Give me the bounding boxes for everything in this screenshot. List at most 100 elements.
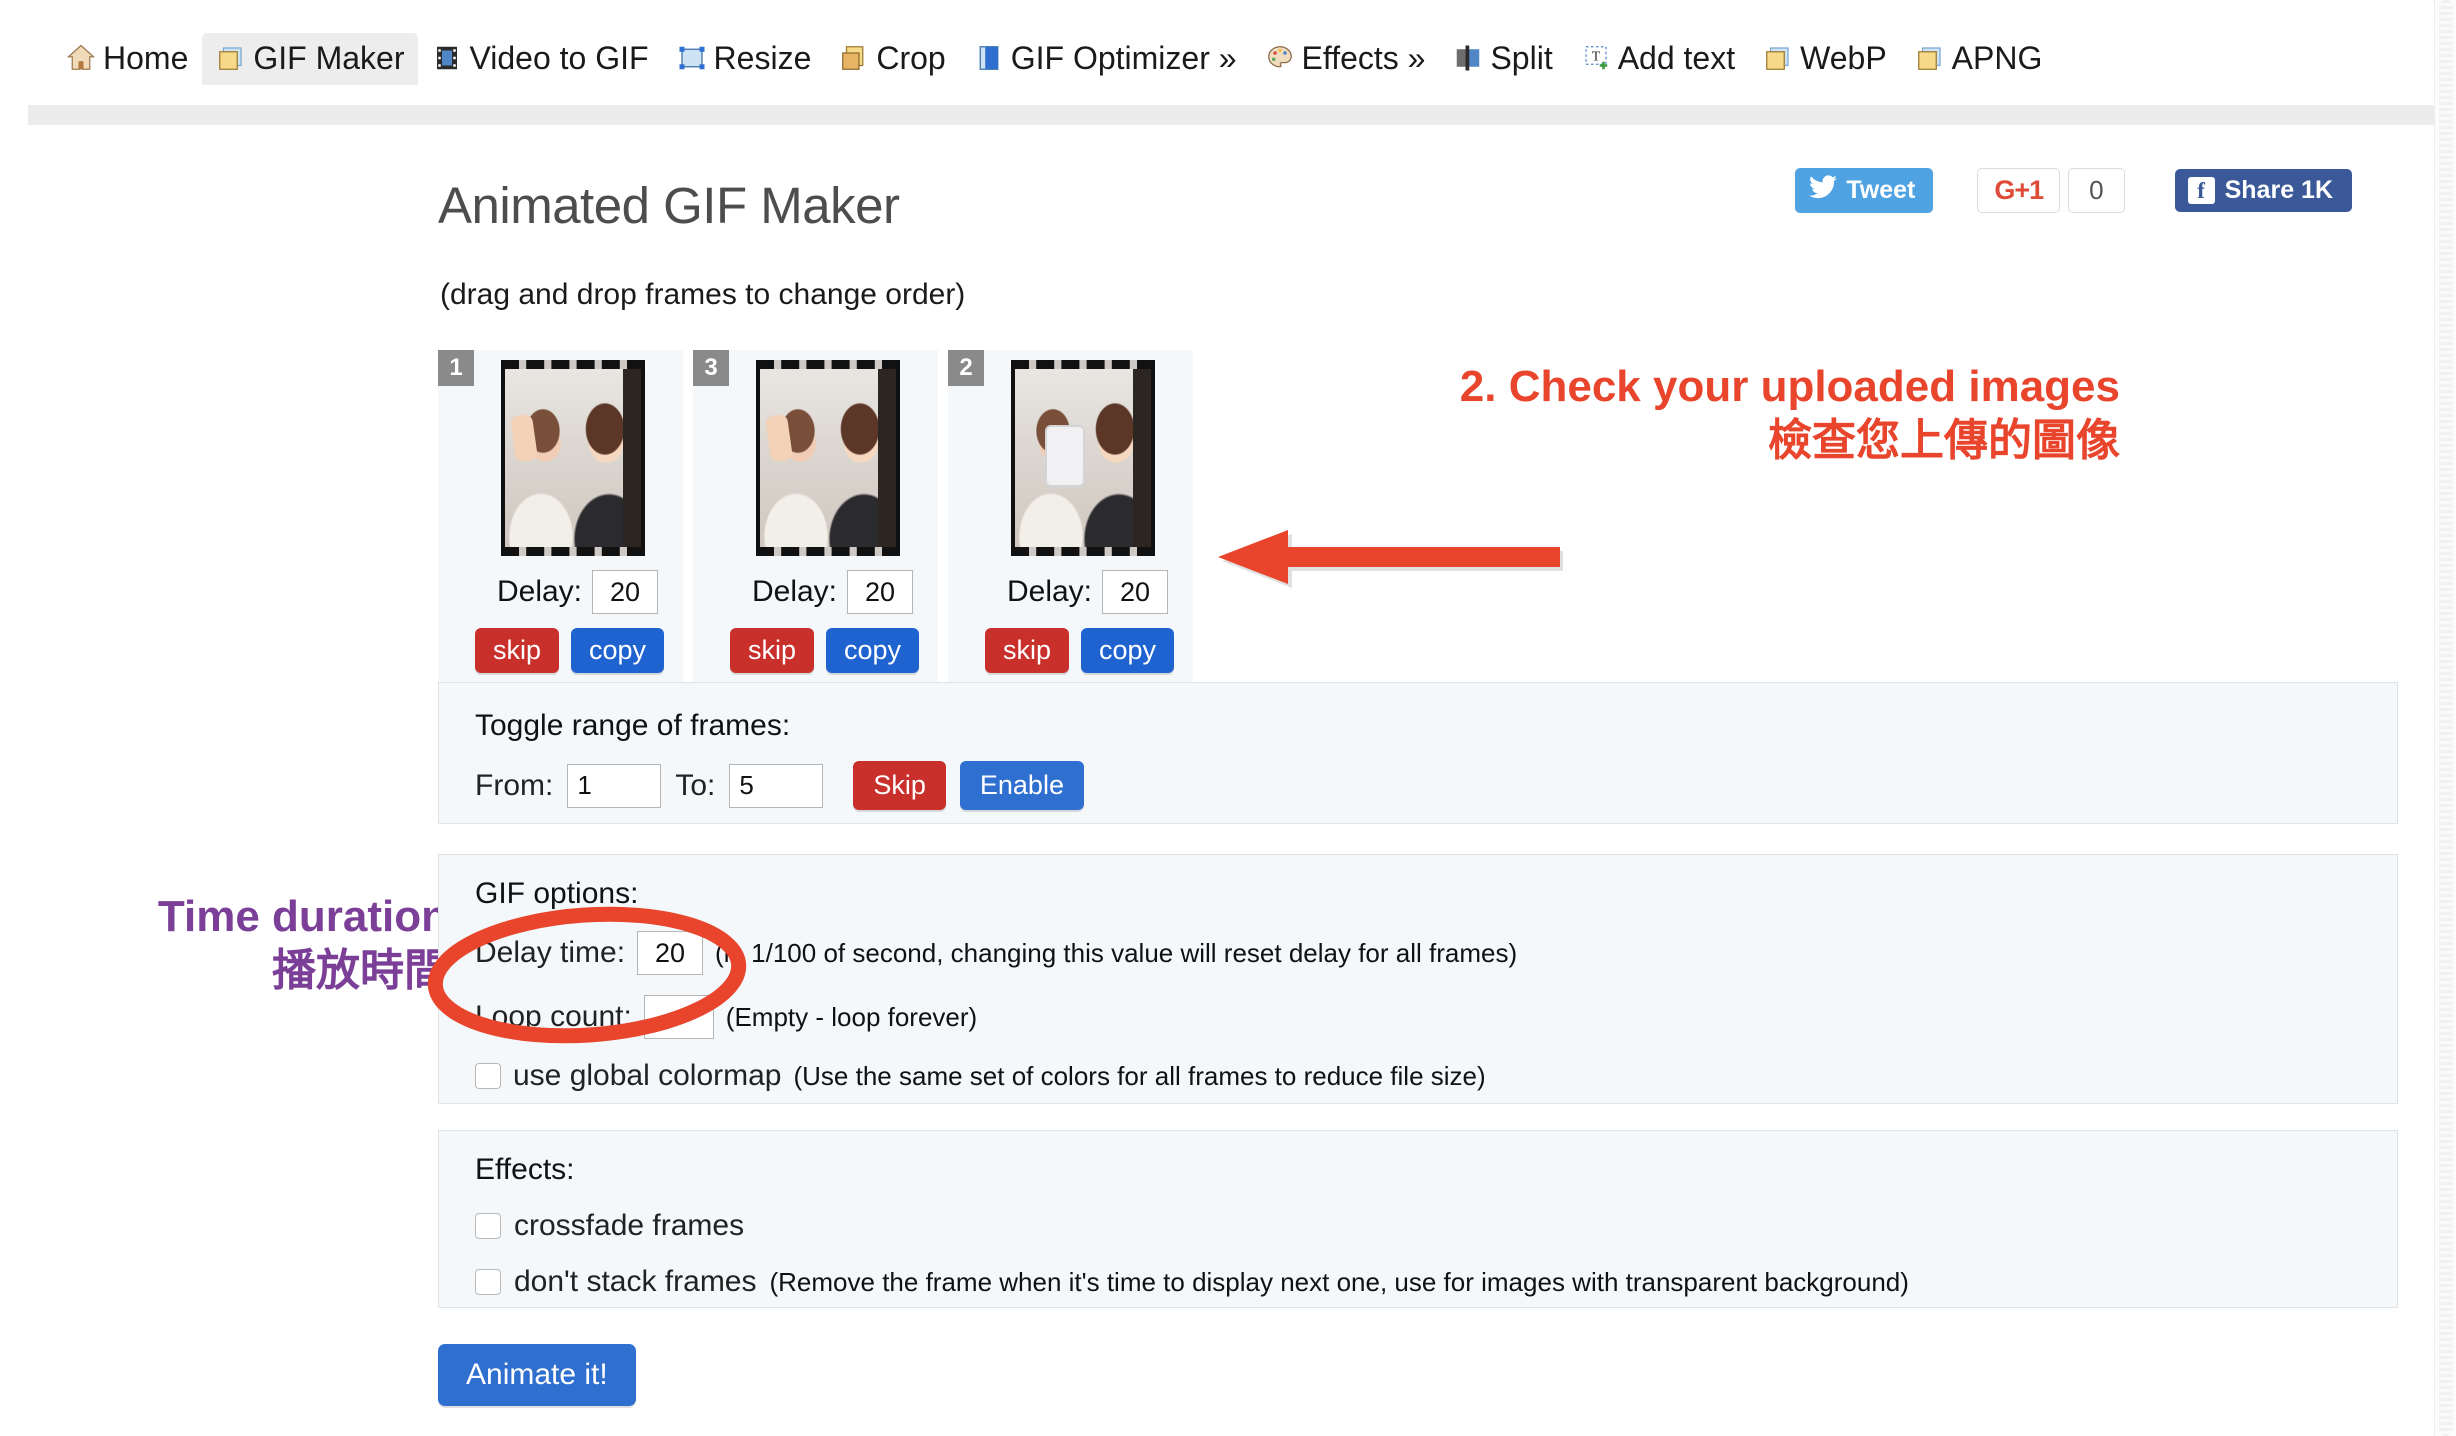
google-plus-one-label: G+1	[1994, 175, 2044, 205]
frame-skip-button[interactable]: skip	[474, 628, 559, 673]
frame-delay-row: Delay:	[497, 570, 659, 614]
frame-skip-button[interactable]: skip	[984, 628, 1069, 673]
annotation-time-duration: Time duration 播放時間	[28, 890, 448, 997]
annotation-time-english: Time duration	[157, 892, 448, 941]
nav-tab-gif-optimizer[interactable]: GIF Optimizer »	[960, 33, 1251, 85]
webp-icon	[1763, 43, 1793, 73]
frame-card[interactable]: 3 Delay: skipcopy	[693, 350, 938, 687]
effects-panel: Effects: crossfade frames don't stack fr…	[438, 1130, 2398, 1308]
nav-tab-crop[interactable]: Crop	[825, 33, 959, 85]
frame-copy-button[interactable]: copy	[1080, 628, 1175, 673]
nav-tab-effects[interactable]: Effects »	[1251, 33, 1440, 85]
nav-tab-label: Home	[103, 40, 189, 76]
frame-card[interactable]: 2 Delay: skipcopy	[948, 350, 1193, 687]
nav-tab-gif-maker[interactable]: GIF Maker	[202, 33, 419, 85]
delay-time-input[interactable]	[637, 931, 704, 975]
frame-number-badge: 1	[438, 350, 474, 386]
frame-button-row: skip copy	[729, 628, 920, 673]
frame-number-badge: 3	[693, 350, 729, 386]
frame-delay-input[interactable]	[847, 570, 914, 614]
photo-dark-edge	[622, 369, 641, 547]
twitter-bird-icon	[1809, 175, 1838, 206]
nav-tab-home[interactable]: Home	[52, 33, 202, 85]
nav-tab-label: GIF Optimizer »	[1010, 40, 1237, 76]
dont-stack-frames-hint: (Remove the frame when it's time to disp…	[769, 1266, 1909, 1297]
frame-skip-button[interactable]: skip	[729, 628, 814, 673]
photo-hand	[764, 413, 793, 463]
to-input[interactable]	[729, 763, 824, 808]
frame-thumbnail[interactable]	[500, 360, 645, 556]
photo-phone	[1044, 425, 1085, 487]
nav-tab-label: Resize	[713, 40, 812, 76]
annotation-check-uploaded-images: 2. Check your uploaded images 檢查您上傳的圖像	[1210, 360, 2120, 467]
frame-photo	[759, 369, 896, 547]
from-input[interactable]	[567, 763, 662, 808]
left-arrow-annotation	[1218, 530, 1564, 592]
frame-delay-row: Delay:	[752, 570, 914, 614]
tweet-button-label: Tweet	[1846, 176, 1916, 204]
dont-stack-frames-checkbox[interactable]	[475, 1269, 501, 1295]
dont-stack-row: don't stack frames (Remove the frame whe…	[475, 1265, 2397, 1299]
nav-tab-resize[interactable]: Resize	[663, 33, 826, 85]
svg-text:T: T	[1592, 49, 1601, 64]
nav-tab-webp[interactable]: WebP	[1749, 33, 1901, 85]
range-enable-button[interactable]: Enable	[959, 761, 1084, 810]
resize-icon	[677, 43, 707, 73]
frame-thumbnail[interactable]	[755, 360, 900, 556]
nav-tab-label: WebP	[1800, 40, 1887, 76]
house-icon	[66, 43, 96, 73]
frame-copy-button[interactable]: copy	[825, 628, 920, 673]
loop-count-label: Loop count:	[475, 1000, 632, 1033]
frame-photo	[504, 369, 641, 547]
frame-list: 1Delay:skipcopy3Delay:skipcopy2Delay:ski…	[438, 350, 1193, 687]
global-colormap-checkbox[interactable]	[475, 1063, 501, 1089]
toggle-range-panel: Toggle range of frames: From: To: Skip E…	[438, 682, 2398, 824]
gif-maker-icon	[216, 43, 246, 73]
dont-stack-frames-label: don't stack frames	[514, 1265, 757, 1298]
photo-hand	[509, 413, 538, 463]
range-skip-button[interactable]: Skip	[853, 761, 946, 810]
nav-tab-split[interactable]: Split	[1439, 33, 1566, 85]
frame-delay-label: Delay:	[1006, 575, 1093, 608]
frame-thumbnail[interactable]	[1010, 360, 1155, 556]
nav-tab-video-to-gif[interactable]: Video to GIF	[418, 33, 662, 85]
frame-copy-button[interactable]: copy	[570, 628, 665, 673]
tweet-button[interactable]: Tweet	[1795, 168, 1934, 213]
frame-delay-input[interactable]	[592, 570, 659, 614]
gif-options-panel: GIF options: Delay time: (in 1/100 of se…	[438, 854, 2398, 1104]
global-colormap-label: use global colormap	[513, 1059, 782, 1092]
animate-it-button[interactable]: Animate it!	[438, 1344, 636, 1406]
nav-divider-band	[28, 105, 2434, 125]
nav-tab-apng[interactable]: APNG	[1901, 33, 2057, 85]
facebook-icon: f	[2187, 177, 2215, 204]
crossfade-frames-checkbox[interactable]	[475, 1213, 501, 1239]
photo-dark-edge	[1132, 369, 1151, 547]
toggle-range-controls: From: To: Skip Enable	[475, 761, 2397, 810]
frame-photo	[1014, 369, 1151, 547]
annotation-time-chinese: 播放時間	[272, 945, 448, 995]
google-plus-count[interactable]: 0	[2068, 168, 2125, 213]
nav-tab-label: Effects »	[1301, 40, 1426, 76]
drag-drop-hint: (drag and drop frames to change order)	[440, 278, 966, 311]
to-label: To:	[675, 768, 716, 802]
google-plus-one-button[interactable]: G+1	[1977, 168, 2061, 213]
film-strip-icon	[432, 43, 462, 73]
facebook-share-button[interactable]: f Share 1K	[2174, 169, 2352, 212]
loop-count-input[interactable]	[643, 995, 714, 1039]
frame-card[interactable]: 1 Delay: skipcopy	[438, 350, 683, 687]
frame-delay-input[interactable]	[1102, 570, 1169, 614]
top-navigation-bar: Home GIF Maker Video to GIF Resize Crop GIF O…	[0, 0, 2434, 110]
crop-icon	[839, 43, 869, 73]
nav-tab-label: Crop	[876, 40, 946, 76]
nav-tab-label: Video to GIF	[469, 40, 649, 76]
crossfade-frames-label: crossfade frames	[514, 1209, 745, 1242]
gif-options-title: GIF options:	[475, 877, 639, 910]
split-icon	[1453, 43, 1483, 73]
from-label: From:	[475, 768, 554, 802]
vertical-scrollbar[interactable]	[2434, 0, 2456, 1436]
frame-button-row: skip copy	[474, 628, 665, 673]
add-text-icon: T	[1581, 43, 1611, 73]
scrollbar-thumb[interactable]	[2439, 0, 2453, 1436]
nav-tab-add-text[interactable]: T Add text	[1567, 33, 1749, 85]
effects-title: Effects:	[475, 1153, 575, 1186]
